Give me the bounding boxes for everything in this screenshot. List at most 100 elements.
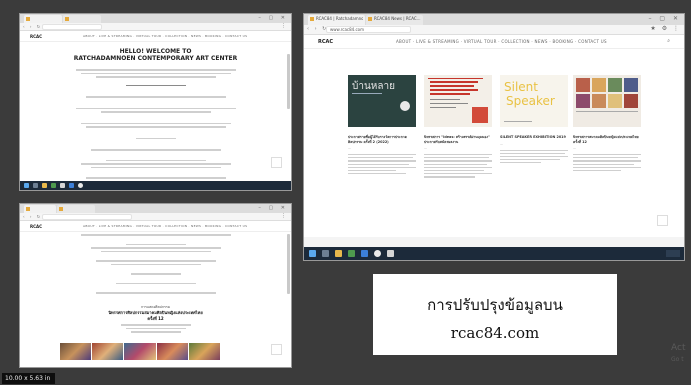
news-card[interactable]: Silent Speaker SILENT SPEAKER EXHIBITION… [500,75,568,165]
site-footer: Copyright © Ratchadamnoen Contemporary A… [304,237,684,253]
address-bar: ‹ › ↻ ⋮ [20,213,291,221]
poster-text: บ้านหลาย [352,81,395,92]
site-logo[interactable]: RCAC [318,39,333,45]
card-meta: — [500,141,503,146]
intro-text [20,69,291,190]
taskbar-app-icon[interactable] [335,250,342,257]
back-to-top-button[interactable] [271,344,282,355]
artwork-thumbnail[interactable] [60,343,92,360]
taskbar-app-icon[interactable] [322,250,329,257]
menu-icon[interactable]: ★ ⚙ ⋮ [650,25,681,32]
back-to-top-button[interactable] [657,215,668,226]
exhibit-number: ครั้งที่ 12 [147,316,164,321]
site-header: RCAC ABOUT · LIVE & STREAMING · VIRTUAL … [20,221,291,232]
exhibit-images [60,343,221,360]
card-body [573,154,641,172]
taskbar-app-icon[interactable] [361,250,368,257]
taskbar-app-icon[interactable] [60,183,65,188]
left-top-browser: – ▢ ✕ ‹ › ↻ ⋮ RCAC ABOUT · LIVE & STREAM… [19,13,292,191]
site-menu[interactable]: ABOUT · LIVE & STREAMING · VIRTUAL TOUR … [396,39,607,44]
menu-icon[interactable]: ⋮ [281,213,288,219]
menu-icon[interactable]: ⋮ [281,23,288,29]
site-header: RCAC ABOUT · LIVE & STREAMING · VIRTUAL … [304,35,684,49]
card-title[interactable]: SILENT SPEAKER EXHIBITION 2019 [500,135,568,140]
browser-tab[interactable] [24,15,62,23]
nav-buttons-icon[interactable]: ‹ › ↻ [23,24,42,29]
url-field[interactable]: www.rcac84.com [326,26,411,33]
chrome-icon[interactable] [78,183,83,188]
card-body [424,154,492,178]
browser-tab[interactable]: RCAC84 | Ratchadamnoen Cont... [308,15,365,25]
left-bottom-browser: – ▢ ✕ ‹ › ↻ ⋮ RCAC ABOUT · LIVE & STREAM… [19,203,292,368]
poster-text: Speaker [506,94,555,108]
news-card[interactable]: นิทรรศการสมาคมศิลปินหญิงแห่งประเทศไทย คร… [573,75,641,173]
site-menu[interactable]: ABOUT · LIVE & STREAMING · VIRTUAL TOUR … [83,34,247,38]
scrollbar[interactable] [287,54,290,109]
tab-title: RCAC84 | Ratchadamnoen Cont... [316,16,363,21]
site-logo[interactable]: RCAC [30,34,42,39]
heading-line-1: HELLO! WELCOME TO [119,48,192,55]
site-favicon-icon [26,17,30,21]
caption-box: การปรับปรุงข้อมูลบน rcac84.com [373,274,617,355]
activate-line-1: Act [671,343,686,353]
card-title[interactable]: นิทรรศการ "Ideas: สร้างสรรค์ผ่านมุมมอง" … [424,135,492,144]
card-body [500,149,568,164]
news-text [20,234,291,302]
back-to-top-button[interactable] [271,157,282,168]
artwork-thumbnail[interactable] [188,343,221,360]
card-meta: — [348,146,351,150]
activate-line-2: Go t [671,356,684,363]
url-field[interactable] [42,24,102,30]
start-icon[interactable] [309,250,316,257]
artwork-thumbnail[interactable] [124,343,156,360]
browser-tab[interactable] [63,15,101,23]
tab-bar: – ▢ ✕ [20,204,291,213]
taskbar-app-icon[interactable] [387,250,394,257]
tab-bar: – ▢ ✕ [20,14,291,23]
taskbar-app-icon[interactable] [348,250,355,257]
browser-tab[interactable] [57,205,95,213]
address-bar: ‹ › ↻ ⋮ [20,23,291,31]
system-tray-clock[interactable] [666,250,680,257]
search-icon[interactable]: ⌕ [667,38,670,44]
site-favicon-icon [26,207,30,211]
card-title[interactable]: ประกาศรายชื่อผู้ได้รับรางวัลการประกวดศิล… [348,135,416,144]
window-controls[interactable]: – ▢ ✕ [258,15,288,21]
card-body [348,154,416,175]
window-controls[interactable]: – ▢ ✕ [648,15,681,22]
scrollbar[interactable] [287,234,290,294]
chrome-icon[interactable] [374,250,381,257]
browser-tab[interactable]: RCAC84 News | RCAC... [366,15,423,25]
right-browser: RCAC84 | Ratchadamnoen Cont... RCAC84 Ne… [303,13,685,261]
artwork-thumbnail[interactable] [156,343,188,360]
activate-windows-watermark: Act Go t [671,343,685,365]
site-favicon-icon [59,207,63,211]
site-logo[interactable]: RCAC [30,224,42,229]
window-controls[interactable]: – ▢ ✕ [258,205,288,211]
heading-line-2: RATCHADAMNOEN CONTEMPORARY ART CENTER [73,55,238,62]
card-meta: — [573,146,576,150]
site-menu[interactable]: ABOUT · LIVE & STREAMING · VIRTUAL TOUR … [83,224,247,228]
news-card[interactable]: บ้านหลาย ประกาศรายชื่อผู้ได้รับรางวัลการ… [348,75,416,176]
caption-thai: การปรับปรุงข้อมูลบน [427,296,563,314]
taskbar-app-icon[interactable] [33,183,38,188]
card-image [573,75,641,127]
taskbar-app-icon[interactable] [69,183,74,188]
card-image: บ้านหลาย [348,75,416,127]
site-favicon-icon [65,17,69,21]
url-field[interactable] [42,214,132,220]
news-card[interactable]: นิทรรศการ "Ideas: สร้างสรรค์ผ่านมุมมอง" … [424,75,492,180]
browser-tab[interactable] [24,205,56,213]
taskbar-app-icon[interactable] [42,183,47,188]
taskbar-app-icon[interactable] [51,183,56,188]
card-title[interactable]: นิทรรศการสมาคมศิลปินหญิงแห่งประเทศไทย คร… [573,135,641,144]
start-icon[interactable] [24,183,29,188]
address-bar: ‹ › ↻ www.rcac84.com ★ ⚙ ⋮ [304,25,684,35]
screenshot-canvas: – ▢ ✕ ‹ › ↻ ⋮ RCAC ABOUT · LIVE & STREAM… [0,0,691,385]
site-favicon-icon [310,17,314,21]
card-image [424,75,492,127]
artwork-thumbnail[interactable] [92,343,124,360]
nav-buttons-icon[interactable]: ‹ › ↻ [23,214,42,219]
caption-domain: rcac84.com [450,324,540,342]
windows-taskbar [304,247,684,260]
